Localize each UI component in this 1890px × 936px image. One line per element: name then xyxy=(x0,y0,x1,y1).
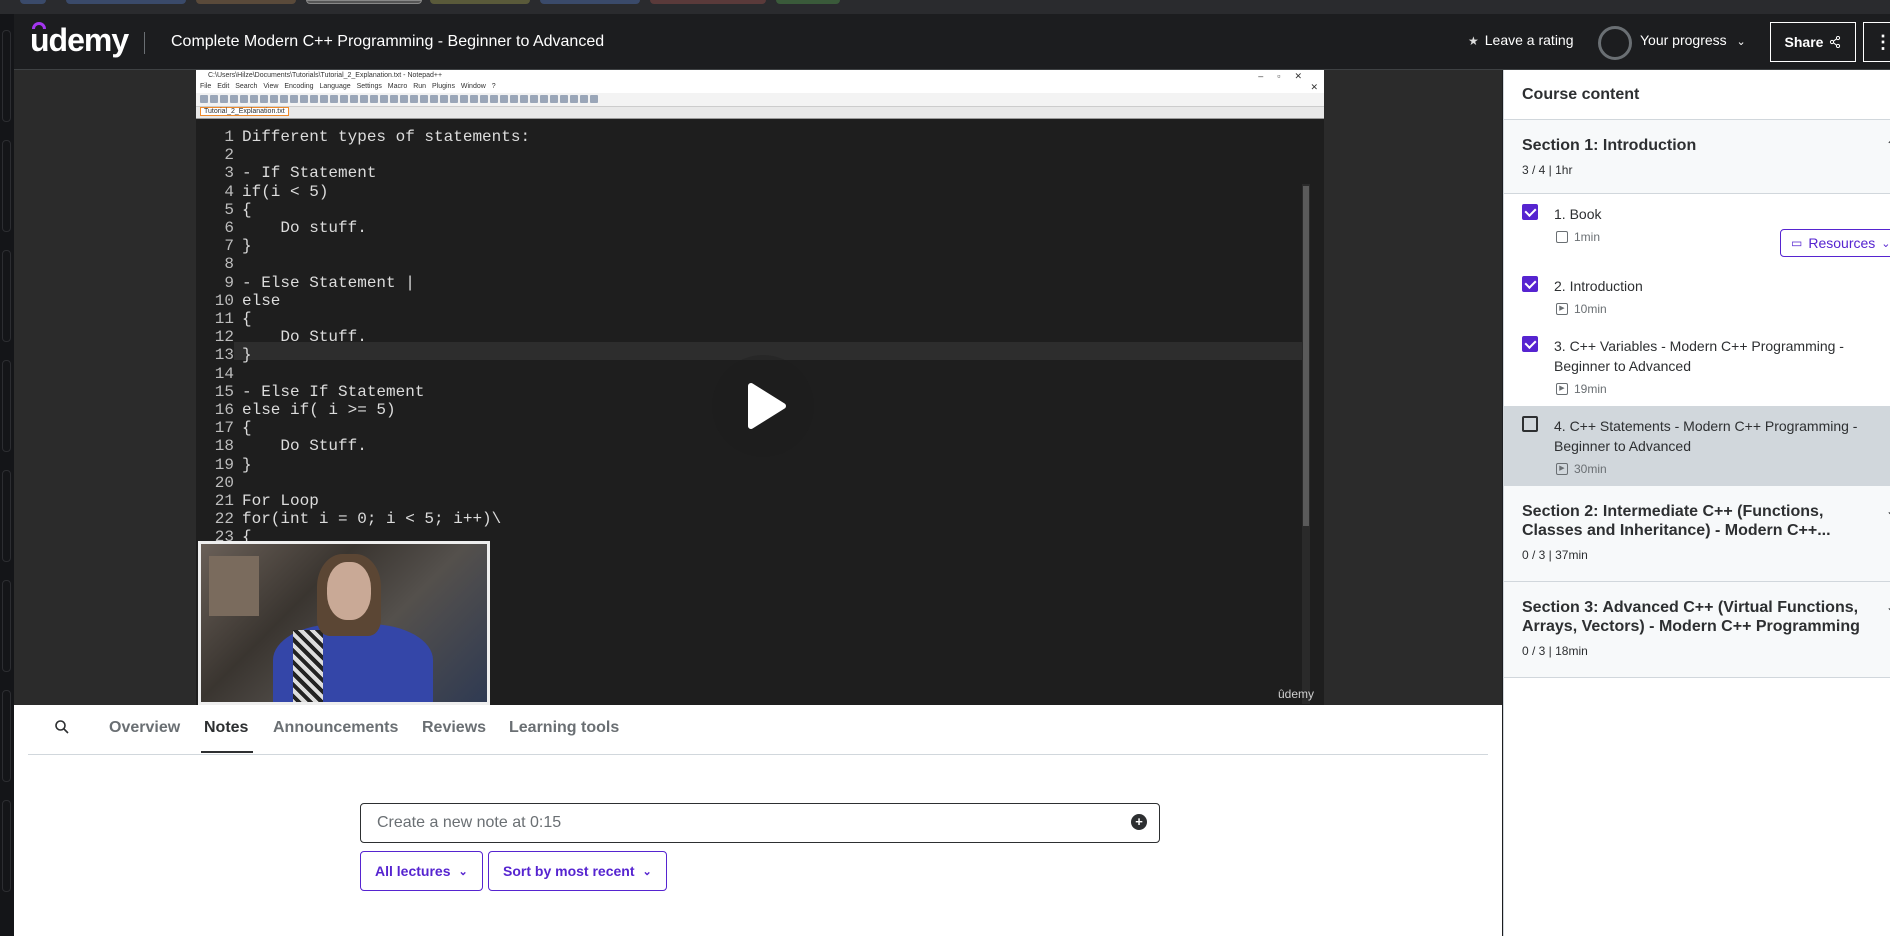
chevron-down-icon: ⌄ xyxy=(1736,36,1746,48)
document-icon xyxy=(1556,231,1568,243)
chevron-down-icon: ⌄ xyxy=(1881,237,1890,250)
npp-tab-bar: Tutorial_2_Explanation.txt xyxy=(196,107,1324,119)
npp-file-tab: Tutorial_2_Explanation.txt xyxy=(200,107,289,116)
npp-window-title: C:\Users\Hilze\Documents\Tutorials\Tutor… xyxy=(208,72,443,79)
npp-toolbar xyxy=(196,93,1324,107)
lecture-title: 1. Book xyxy=(1554,206,1602,222)
tab-reviews[interactable]: Reviews xyxy=(422,719,486,737)
tab-overview[interactable]: Overview xyxy=(109,719,180,737)
section-header[interactable]: Section 3: Advanced C++ (Virtual Functio… xyxy=(1504,582,1890,678)
lecture-duration: 19min xyxy=(1574,382,1607,396)
section-meta: 0 / 3 | 37min xyxy=(1522,548,1588,562)
resources-label: Resources xyxy=(1808,235,1876,251)
chevron-down-icon: ⌄ xyxy=(1886,600,1890,614)
section-title: Section 2: Intermediate C++ (Functions, … xyxy=(1522,503,1831,539)
lecture-duration: 1min xyxy=(1574,230,1601,244)
browser-tab[interactable] xyxy=(196,0,296,4)
window-controls-icon: –▫✕ xyxy=(1258,71,1316,81)
left-rail xyxy=(0,14,14,936)
udemy-logo[interactable]: udemy xyxy=(30,22,129,59)
play-button[interactable] xyxy=(712,355,814,457)
search-icon[interactable] xyxy=(54,719,70,735)
npp-menu-bar: File Edit Search View Encoding Language … xyxy=(196,82,1324,93)
browser-tab[interactable] xyxy=(776,0,840,4)
close-icon: ✕ xyxy=(1310,82,1318,92)
browser-tab[interactable] xyxy=(540,0,640,4)
tab-bar: Overview Notes Announcements Reviews Lea… xyxy=(28,705,1488,755)
section-title: Section 3: Advanced C++ (Virtual Functio… xyxy=(1522,599,1860,635)
lecture-item[interactable]: 2. Introduction ▶ 10min xyxy=(1504,266,1890,326)
lecture-item[interactable]: 3. C++ Variables - Modern C++ Programmin… xyxy=(1504,326,1890,406)
chevron-down-icon: ⌄ xyxy=(458,865,468,878)
lecture-item-active[interactable]: 4. C++ Statements - Modern C++ Programmi… xyxy=(1504,406,1890,486)
video-icon: ▶ xyxy=(1556,383,1568,395)
browser-tab-strip xyxy=(0,0,1890,14)
line-numbers: 1 2 3 4 5 6 7 8 9 10 11 12 13 14 15 16 1… xyxy=(214,128,234,547)
new-note-input[interactable]: Create a new note at 0:15 + xyxy=(360,803,1160,843)
browser-tab[interactable] xyxy=(66,0,186,4)
tab-announcements[interactable]: Announcements xyxy=(273,719,398,737)
sort-label: Sort by most recent xyxy=(503,863,635,879)
browser-tab[interactable] xyxy=(306,0,422,4)
checkbox[interactable] xyxy=(1522,276,1538,292)
share-button[interactable]: Share xyxy=(1770,22,1856,62)
star-icon: ★ xyxy=(1468,34,1479,48)
lecture-tabs-panel: Overview Notes Announcements Reviews Lea… xyxy=(14,705,1502,936)
folder-icon: ▭ xyxy=(1791,236,1803,250)
chevron-down-icon: ⌄ xyxy=(1886,504,1890,518)
all-lectures-label: All lectures xyxy=(375,863,451,879)
share-icon xyxy=(1830,36,1841,48)
resources-button[interactable]: ▭ Resources ⌄ xyxy=(1780,229,1890,257)
npp-menu: File Edit Search View Encoding Language … xyxy=(200,83,496,90)
sort-dropdown[interactable]: Sort by most recent ⌄ xyxy=(488,851,667,891)
course-content-sidebar: Course content Section 1: Introduction 3… xyxy=(1503,70,1890,936)
active-tab-indicator xyxy=(201,751,253,753)
code-text: Different types of statements: - If Stat… xyxy=(242,128,531,547)
share-label: Share xyxy=(1784,34,1824,50)
lecture-title: 4. C++ Statements - Modern C++ Programmi… xyxy=(1554,418,1858,454)
browser-tab[interactable] xyxy=(430,0,530,4)
tab-notes[interactable]: Notes xyxy=(204,719,248,737)
lecture-item[interactable]: 1. Book 1min ▭ Resources ⌄ xyxy=(1504,194,1890,266)
course-title[interactable]: Complete Modern C++ Programming - Beginn… xyxy=(171,33,604,51)
section-header[interactable]: Section 1: Introduction 3 / 4 | 1hr ⌃ xyxy=(1504,120,1890,194)
lecture-title: 3. C++ Variables - Modern C++ Programmin… xyxy=(1554,338,1844,374)
section-title: Section 1: Introduction xyxy=(1522,137,1697,154)
more-options-button[interactable]: ⋮ xyxy=(1863,22,1890,62)
leave-rating-button[interactable]: ★ Leave a rating xyxy=(1468,32,1574,48)
editor-scrollbar xyxy=(1302,184,1310,704)
browser-tab[interactable] xyxy=(650,0,766,4)
progress-ring-icon xyxy=(1598,26,1632,60)
top-bar: udemy Complete Modern C++ Programming - … xyxy=(14,14,1890,70)
udemy-watermark: ûdemy xyxy=(1277,687,1314,701)
course-content-heading: Course content xyxy=(1504,70,1890,120)
lecture-title: 2. Introduction xyxy=(1554,278,1643,294)
video-icon: ▶ xyxy=(1556,303,1568,315)
section-meta: 0 / 3 | 18min xyxy=(1522,644,1588,658)
checkbox[interactable] xyxy=(1522,204,1538,220)
checkbox[interactable] xyxy=(1522,416,1538,432)
lecture-duration: 30min xyxy=(1574,462,1607,476)
all-lectures-dropdown[interactable]: All lectures ⌄ xyxy=(360,851,483,891)
new-note-placeholder: Create a new note at 0:15 xyxy=(377,814,562,831)
checkbox[interactable] xyxy=(1522,336,1538,352)
npp-title-bar: C:\Users\Hilze\Documents\Tutorials\Tutor… xyxy=(196,70,1324,82)
chevron-down-icon: ⌄ xyxy=(642,865,652,878)
play-icon xyxy=(748,383,786,429)
plus-circle-icon[interactable]: + xyxy=(1131,814,1147,830)
webcam-overlay xyxy=(198,541,490,705)
progress-label: Your progress xyxy=(1640,32,1727,48)
tab-learning-tools[interactable]: Learning tools xyxy=(509,719,619,737)
browser-tab[interactable] xyxy=(20,0,46,4)
chevron-up-icon: ⌃ xyxy=(1886,138,1890,152)
leave-rating-label: Leave a rating xyxy=(1484,32,1574,48)
video-icon: ▶ xyxy=(1556,463,1568,475)
divider xyxy=(144,32,145,54)
section-header[interactable]: Section 2: Intermediate C++ (Functions, … xyxy=(1504,486,1890,582)
lecture-duration: 10min xyxy=(1574,302,1607,316)
section-meta: 3 / 4 | 1hr xyxy=(1522,163,1573,177)
